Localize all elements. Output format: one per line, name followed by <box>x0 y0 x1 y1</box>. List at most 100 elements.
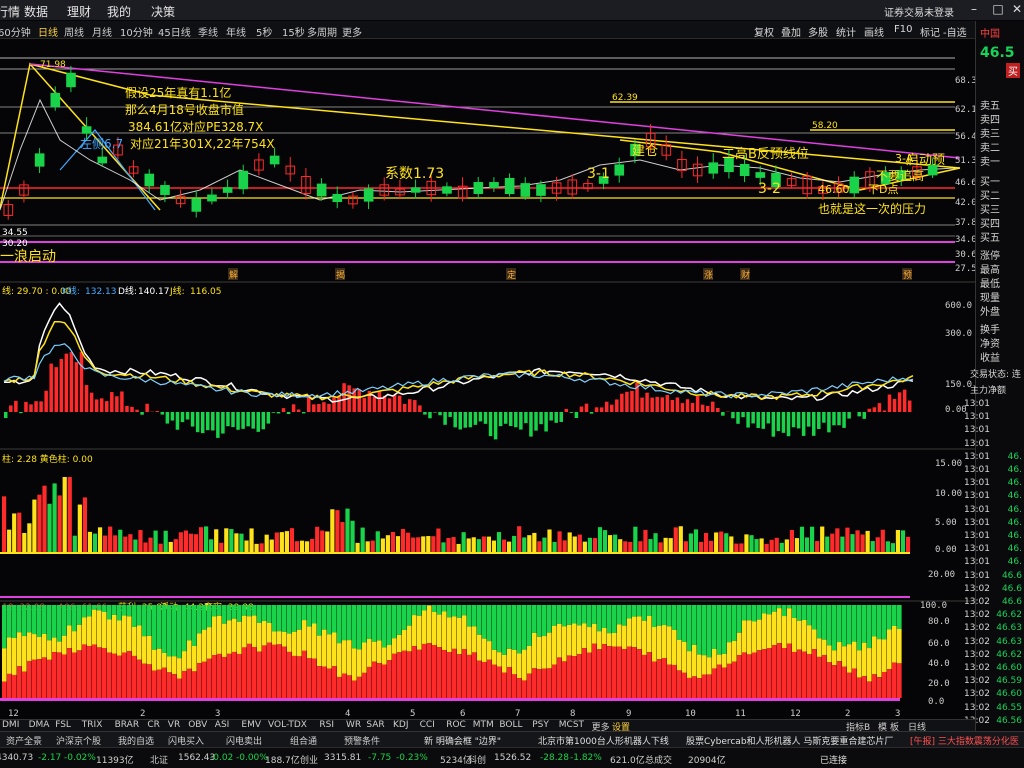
tab-17[interactable]: MTM <box>473 720 494 730</box>
chip-axis-1: 100.0 <box>920 601 947 611</box>
period-more[interactable]: 更多 <box>342 24 362 39</box>
kdj-bar <box>105 401 109 412</box>
tab-10[interactable]: VOL-TDX <box>268 720 307 730</box>
chip-segment <box>722 653 727 668</box>
period-year[interactable]: 年线 <box>226 24 246 39</box>
event-tag-5[interactable]: 财 <box>741 269 750 281</box>
tool-item-1[interactable]: 沪深京个股 <box>56 734 101 747</box>
btn-add-watchlist[interactable]: -自选 <box>943 24 967 39</box>
tab-16[interactable]: ROC <box>446 720 466 730</box>
chip-segment <box>742 605 747 621</box>
chip-segment <box>682 672 687 698</box>
event-tag-2[interactable]: 揭 <box>336 269 345 281</box>
tab-5[interactable]: CR <box>147 720 160 730</box>
tab-3[interactable]: TRIX <box>82 720 103 730</box>
menu-finance[interactable]: 理财 <box>67 3 91 20</box>
buy-button[interactable]: 买 <box>1006 63 1020 78</box>
kdj-bar <box>49 363 53 412</box>
tab-7[interactable]: OBV <box>188 720 207 730</box>
chip-segment <box>302 650 307 698</box>
menu-mine[interactable]: 我的 <box>107 3 131 20</box>
chip-segment <box>417 649 422 698</box>
maximize-icon[interactable]: □ <box>989 2 1007 17</box>
tool-item-4[interactable]: 闪电卖出 <box>226 734 262 747</box>
period-45day[interactable]: 45日线 <box>158 24 191 39</box>
chip-segment <box>717 664 722 698</box>
tick-price: 46. <box>1007 544 1022 555</box>
period-monthly[interactable]: 月线 <box>92 24 112 39</box>
tab-2[interactable]: FSL <box>55 720 71 730</box>
volume-bar <box>340 522 345 552</box>
chip-segment <box>12 605 17 638</box>
tab-4[interactable]: BRAR <box>115 720 139 730</box>
event-tag-4[interactable]: 涨 <box>704 270 713 281</box>
tab-14[interactable]: KDJ <box>393 720 409 730</box>
menu-market[interactable]: 行情 <box>0 3 20 20</box>
tool-item-9[interactable]: 股票Cybercab和人形机器人 马斯克要重合建芯片厂 <box>686 734 893 747</box>
close-icon[interactable]: ✕ <box>1008 2 1024 17</box>
tool-item-7[interactable]: 新 明确会框 "边界" <box>424 734 501 747</box>
tab-9[interactable]: EMV <box>241 720 261 730</box>
chart-area[interactable]: 71.98 62.39 58.20 34.55 30.20 假设25年真有1.1… <box>0 40 975 720</box>
tab-19[interactable]: PSY <box>532 720 549 730</box>
period-10min[interactable]: 10分钟 <box>120 24 153 39</box>
event-tag-6[interactable]: 预 <box>903 270 912 281</box>
btn-overlay[interactable]: 叠加 <box>781 24 801 39</box>
chip-segment <box>277 631 282 645</box>
chip-segment <box>22 636 27 672</box>
btn-f10[interactable]: F10 <box>894 24 912 35</box>
right-quote-panel: 中国 46.5 买 卖五 卖四 卖三 卖二 卖一 买一 买二 买三 买四 买五 … <box>964 21 1024 751</box>
volume-bar <box>375 531 380 552</box>
tab-11[interactable]: RSI <box>319 720 334 730</box>
tab-6[interactable]: VR <box>168 720 180 730</box>
tool-item-5[interactable]: 组合通 <box>290 734 317 747</box>
btn-multi-stock[interactable]: 多股 <box>808 24 828 39</box>
btn-draw-line[interactable]: 画线 <box>864 24 884 39</box>
chip-segment <box>487 659 492 698</box>
tab-1[interactable]: DMA <box>29 720 50 730</box>
btn-mark[interactable]: 标记 <box>920 24 940 39</box>
chip-segment <box>872 674 877 698</box>
menu-decision[interactable]: 决策 <box>151 3 175 20</box>
tool-item-2[interactable]: 我的自选 <box>118 734 154 747</box>
bid-4: 买四 <box>980 219 1000 230</box>
period-15s[interactable]: 15秒 <box>282 24 305 39</box>
event-tag-1[interactable]: 解 <box>229 269 238 281</box>
chip-segment <box>767 605 772 615</box>
tab-12[interactable]: WR <box>346 720 361 730</box>
status-item-15: 1526.52 <box>494 753 532 763</box>
tool-item-6[interactable]: 预警条件 <box>344 734 380 747</box>
tab-15[interactable]: CCI <box>420 720 435 730</box>
period-daily[interactable]: 日线 <box>38 24 58 39</box>
tab-8[interactable]: ASI <box>215 720 230 730</box>
chip-segment <box>637 605 642 617</box>
tool-item-0[interactable]: 资产全景 <box>6 734 42 747</box>
period-quarter[interactable]: 季线 <box>198 24 218 39</box>
chip-segment <box>382 664 387 698</box>
kdj-bar <box>428 412 432 419</box>
volume-bar <box>658 542 663 552</box>
chip-segment <box>652 661 657 698</box>
login-status[interactable]: 证券交易未登录 <box>884 4 954 19</box>
period-multi[interactable]: 多周期 <box>307 24 337 39</box>
chip-segment <box>252 647 257 698</box>
minimize-icon[interactable]: – <box>965 2 983 17</box>
btn-statistics[interactable]: 统计 <box>836 24 856 39</box>
menu-data[interactable]: 数据 <box>24 3 48 20</box>
tab-18[interactable]: BOLL <box>499 720 522 730</box>
chip-segment <box>692 676 697 698</box>
vol-label: 柱: 2.28 黄色柱: 0.00 <box>2 453 93 465</box>
btn-restore-rights[interactable]: 复权 <box>754 24 774 39</box>
kdj-bar <box>660 397 664 412</box>
tab-20[interactable]: MCST <box>559 720 584 730</box>
tool-item-3[interactable]: 闪电买入 <box>168 734 204 747</box>
annotation-line-1: 假设25年真有1.1亿 <box>125 85 231 100</box>
tool-item-8[interactable]: 北京市第1000台人形机器人下线 <box>538 734 669 747</box>
period-5s[interactable]: 5秒 <box>256 24 272 39</box>
chip-base-line <box>0 698 900 701</box>
period-weekly[interactable]: 周线 <box>64 24 84 39</box>
tab-0[interactable]: DMI <box>2 720 19 730</box>
event-tag-3[interactable]: 定 <box>507 269 516 281</box>
period-60min[interactable]: 60分钟 <box>0 24 31 39</box>
tab-13[interactable]: SAR <box>366 720 384 730</box>
